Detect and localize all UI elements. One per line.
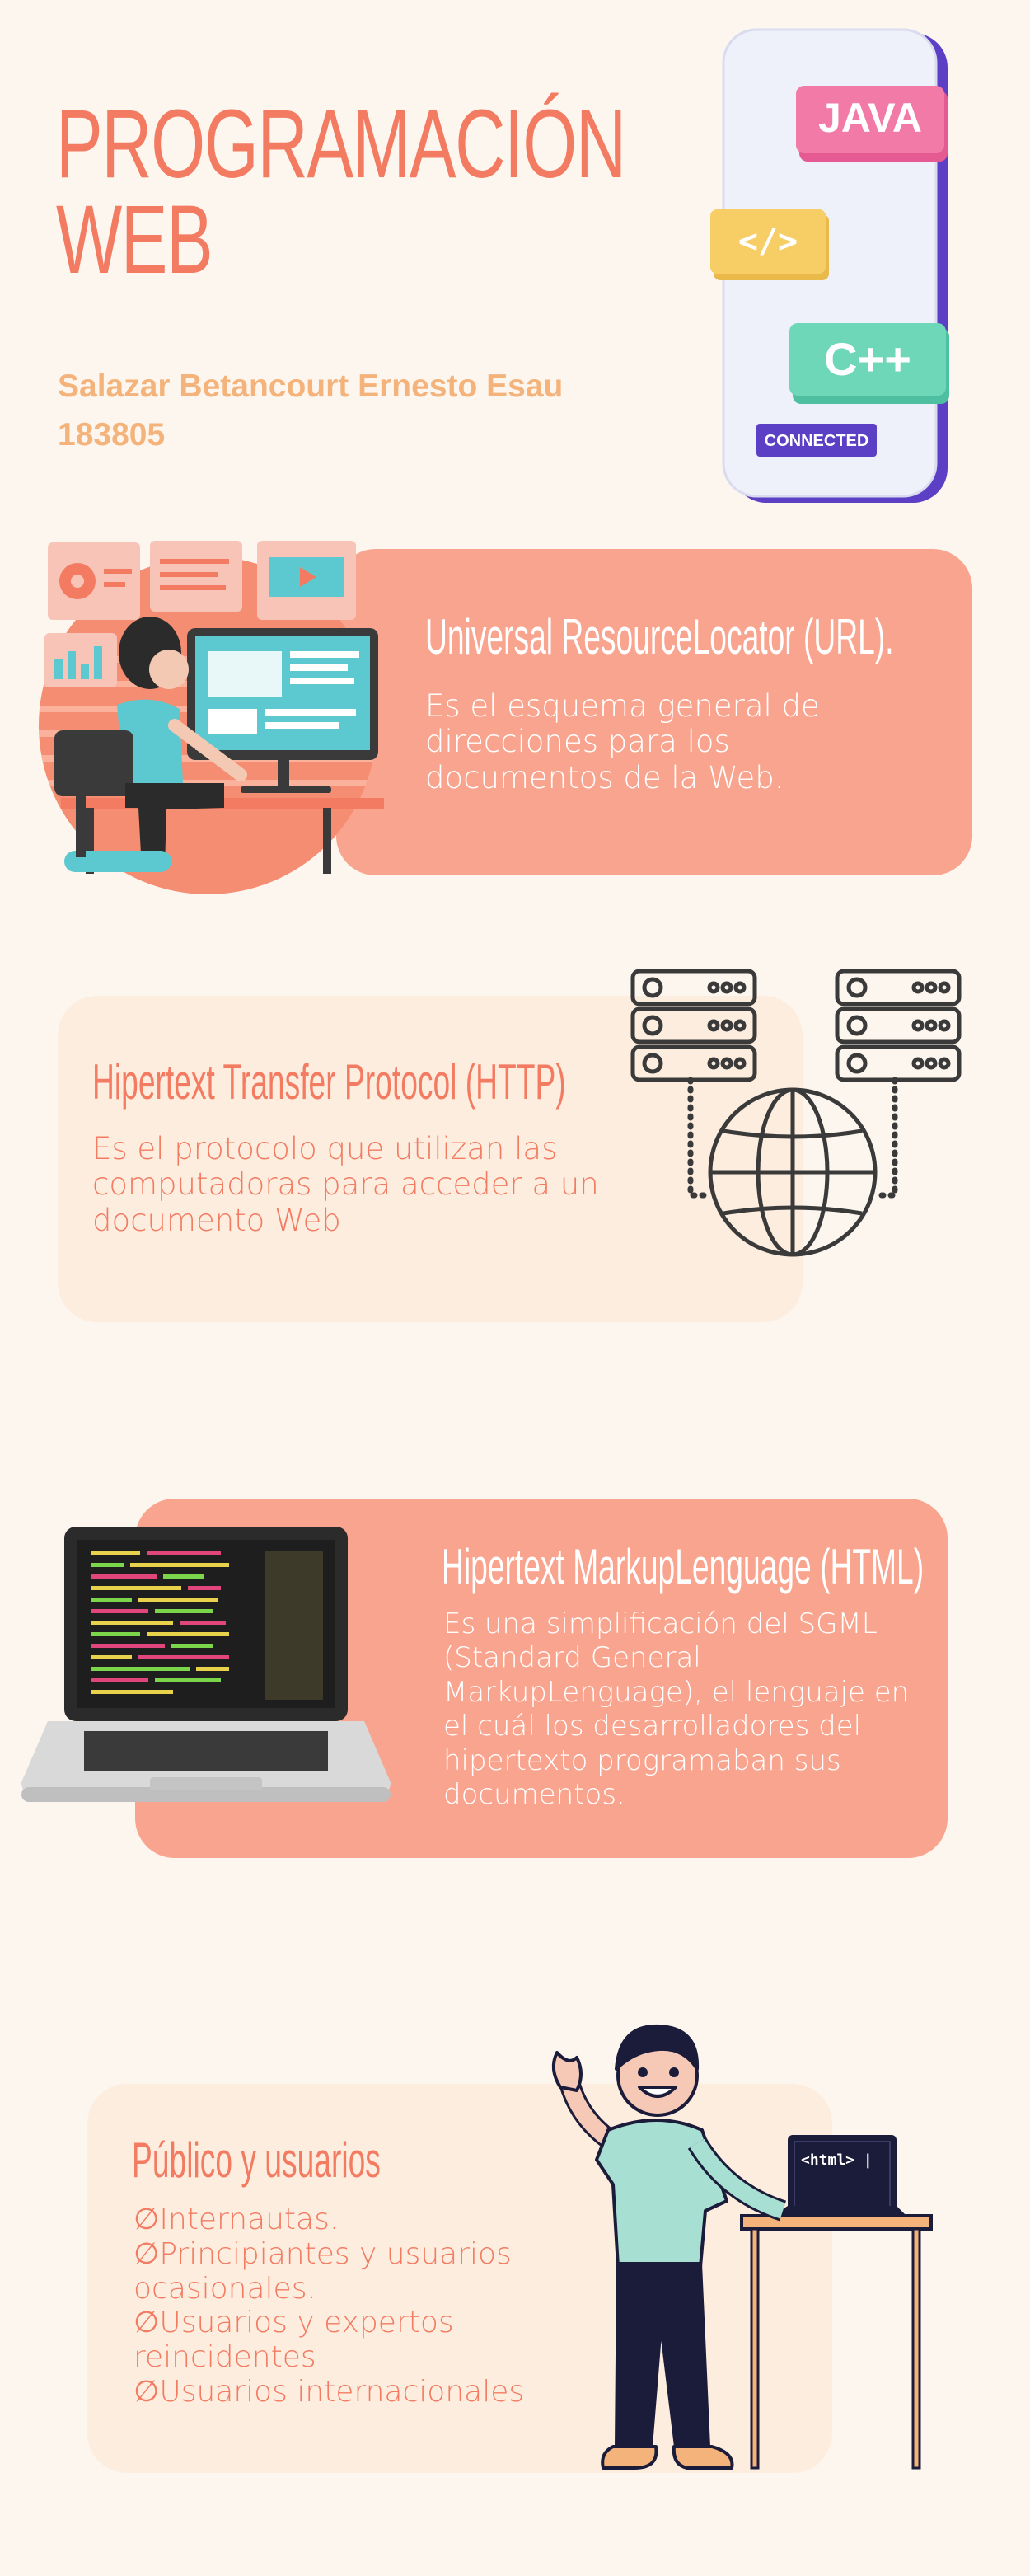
http-title: Hipertext Transfer Protocol (HTTP) bbox=[92, 1054, 566, 1110]
video-window-icon bbox=[257, 541, 356, 620]
connected-badge-label: CONNECTED bbox=[765, 432, 869, 450]
connected-badge: CONNECTED bbox=[756, 424, 877, 457]
author-name: Salazar Betancourt Ernesto Esau bbox=[58, 368, 564, 404]
server-rack-right-icon bbox=[835, 969, 962, 1082]
code-tag-label: </> bbox=[738, 223, 798, 260]
server-rack-left-icon bbox=[630, 969, 757, 1082]
student-id: 183805 bbox=[58, 416, 166, 453]
list-item: ∅Internautas. bbox=[133, 2203, 339, 2236]
globe-icon bbox=[708, 1087, 878, 1257]
java-badge: JAVA bbox=[796, 86, 948, 162]
list-window-icon bbox=[150, 541, 242, 612]
server-network-icon bbox=[630, 969, 962, 1257]
page-title-line-1: PROGRAMACIÓN bbox=[56, 90, 626, 199]
list-item: ∅Principiantes y usuarios ocasionales. bbox=[133, 2236, 512, 2306]
smartphone-illustration: JAVA </> C++ CONNECTED bbox=[710, 28, 949, 503]
list-item: ∅Usuarios internacionales bbox=[133, 2374, 525, 2409]
http-description: Es el protocolo que utilizan las computa… bbox=[92, 1131, 599, 1238]
settings-window-icon bbox=[48, 542, 140, 620]
man-figure bbox=[551, 2024, 787, 2470]
url-title: Universal ResourceLocator (URL). bbox=[425, 609, 894, 664]
laptop-screen-text: <html> | bbox=[801, 2151, 873, 2169]
page-title-line-2: WEB bbox=[56, 185, 213, 294]
list-item: ∅Usuarios y expertos reincidentes bbox=[133, 2306, 454, 2374]
url-description: Es el esquema general de direcciones par… bbox=[425, 688, 820, 795]
developer-woman-illustration bbox=[39, 541, 384, 894]
html-description: Es una simplificación del SGML (Standard… bbox=[443, 1607, 910, 1812]
author-block: Salazar Betancourt Ernesto Esau 183805 bbox=[58, 363, 563, 459]
audience-title: Público y usuarios bbox=[132, 2133, 381, 2188]
presenter-man-illustration: <html> | bbox=[551, 2024, 933, 2470]
audience-list: ∅Internautas. ∅Principiantes y usuarios … bbox=[133, 2203, 545, 2409]
cpp-badge-label: C++ bbox=[824, 333, 911, 385]
page-title: PROGRAMACIÓN WEB bbox=[56, 90, 626, 294]
html-laptop-icon: <html> | bbox=[773, 2135, 906, 2216]
chart-window-icon bbox=[44, 633, 117, 687]
laptop-code-icon bbox=[21, 1527, 391, 1802]
code-tag-badge: </> bbox=[710, 209, 829, 280]
java-badge-label: JAVA bbox=[818, 95, 922, 141]
cpp-badge: C++ bbox=[789, 323, 949, 404]
html-title: Hipertext MarkupLenguage (HTML) bbox=[442, 1539, 925, 1594]
table-icon bbox=[740, 2214, 933, 2470]
